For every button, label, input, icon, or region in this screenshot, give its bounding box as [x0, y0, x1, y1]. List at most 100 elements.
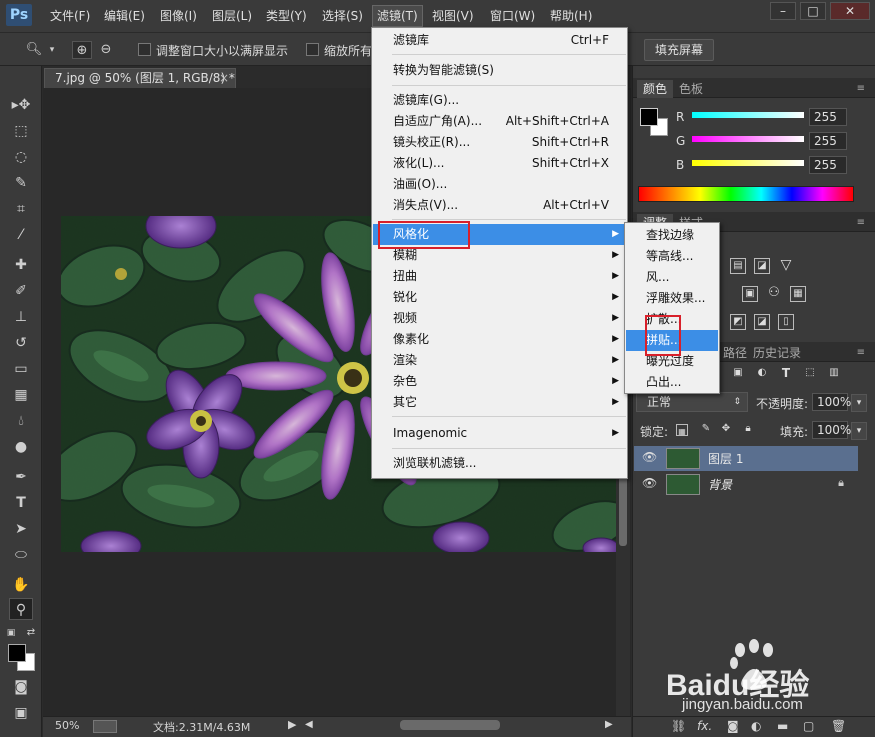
- filter-pixel-icon[interactable]: ▣: [730, 366, 746, 382]
- horizontal-scroll-thumb[interactable]: [400, 720, 500, 730]
- zoom-out-icon[interactable]: ⊖: [96, 41, 116, 59]
- menu-item-convert-smart-filter[interactable]: 转换为智能滤镜(S): [373, 60, 627, 81]
- fill-dropdown-icon[interactable]: ▾: [851, 422, 867, 440]
- crop-tool-icon[interactable]: ⌗: [9, 198, 33, 220]
- scroll-right-icon[interactable]: ▶: [605, 719, 613, 730]
- gradient-tool-icon[interactable]: ▦: [9, 384, 33, 406]
- blend-mode-select[interactable]: 正常 ⇕: [636, 392, 748, 412]
- menu-item-filter-gallery[interactable]: 滤镜库(G)...: [373, 90, 627, 111]
- zoom-tool-selected-icon[interactable]: ⚲: [9, 598, 33, 620]
- menu-item-filter-gallery-last[interactable]: 滤镜库 Ctrl+F: [373, 30, 627, 51]
- submenu-item-find-edges[interactable]: 查找边缘: [626, 225, 718, 246]
- quick-select-tool-icon[interactable]: ✎: [9, 172, 33, 194]
- tab-color[interactable]: 颜色: [637, 80, 674, 98]
- adjust-panel-menu-icon[interactable]: ≡: [851, 214, 871, 232]
- eraser-tool-icon[interactable]: ▭: [9, 358, 33, 380]
- fx-icon[interactable]: fx.: [697, 719, 712, 733]
- eyedropper-tool-icon[interactable]: ⁄: [9, 224, 33, 246]
- b-value[interactable]: 255: [809, 156, 847, 174]
- b-slider[interactable]: [692, 160, 804, 166]
- close-window-button[interactable]: ✕: [830, 2, 870, 20]
- submenu-item-contour[interactable]: 等高线...: [626, 246, 718, 267]
- layer-row[interactable]: 👁︎ 图层 1: [634, 446, 858, 471]
- add-mask-icon[interactable]: ◙: [727, 719, 739, 733]
- marquee-tool-icon[interactable]: ⬚: [9, 120, 33, 142]
- panel-menu-icon[interactable]: ≡: [851, 80, 871, 98]
- ellipse-tool-icon[interactable]: ⬭: [9, 544, 33, 566]
- hand-tool-icon[interactable]: ✋: [9, 574, 33, 596]
- menu-item-distort[interactable]: 扭曲 ▶: [373, 266, 627, 287]
- new-layer-icon[interactable]: ▢: [803, 719, 814, 733]
- g-value[interactable]: 255: [809, 132, 847, 150]
- filter-smart-icon[interactable]: ▥: [826, 366, 842, 382]
- threshold-icon[interactable]: ◪: [754, 314, 770, 330]
- opacity-input[interactable]: 100%: [812, 393, 851, 411]
- menu-view[interactable]: 视图(V): [428, 6, 478, 26]
- link-layers-icon[interactable]: ⛓: [671, 719, 686, 733]
- menu-type[interactable]: 类型(Y): [262, 6, 311, 26]
- gradient-map-icon[interactable]: ▽: [778, 258, 794, 274]
- tab-swatches[interactable]: 色板: [673, 80, 709, 98]
- visibility-eye-icon[interactable]: 👁︎: [642, 476, 657, 490]
- default-colors-icon[interactable]: ▣: [4, 622, 18, 644]
- opacity-dropdown-icon[interactable]: ▾: [851, 394, 867, 412]
- menu-item-oil-paint[interactable]: 油画(O)...: [373, 174, 627, 195]
- filter-adjust-icon[interactable]: ◐: [754, 366, 770, 382]
- stamp-tool-icon[interactable]: ⊥: [9, 306, 33, 328]
- levels-icon[interactable]: ▤: [730, 258, 746, 274]
- path-select-tool-icon[interactable]: ➤: [9, 518, 33, 540]
- tab-history[interactable]: 历史记录: [747, 344, 807, 362]
- menu-item-sharpen[interactable]: 锐化 ▶: [373, 287, 627, 308]
- menu-item-other[interactable]: 其它 ▶: [373, 392, 627, 413]
- pen-tool-icon[interactable]: ✒: [9, 466, 33, 488]
- lock-transparency-icon[interactable]: ▦: [676, 424, 688, 436]
- lock-all-icon[interactable]: 🔒︎: [740, 422, 756, 438]
- dodge-tool-icon[interactable]: ●: [9, 436, 33, 458]
- layers-panel-menu-icon[interactable]: ≡: [851, 344, 871, 362]
- selective-color-icon[interactable]: ▯: [778, 314, 794, 330]
- menu-edit[interactable]: 编辑(E): [100, 6, 149, 26]
- status-menu-arrow-icon[interactable]: ▶: [288, 718, 296, 731]
- maximize-button[interactable]: □: [800, 2, 826, 20]
- menu-file[interactable]: 文件(F): [46, 6, 94, 26]
- move-tool-icon[interactable]: ▸✥: [9, 94, 33, 116]
- menu-item-video[interactable]: 视频 ▶: [373, 308, 627, 329]
- group-icon[interactable]: ▬: [777, 719, 788, 733]
- g-slider[interactable]: [692, 136, 804, 142]
- menu-item-liquify[interactable]: 液化(L)... Shift+Ctrl+X: [373, 153, 627, 174]
- menu-item-imagenomic[interactable]: Imagenomic ▶: [373, 423, 627, 444]
- swap-colors-icon[interactable]: ⇄: [24, 622, 38, 644]
- channel-mixer-icon[interactable]: ⚇: [766, 286, 782, 302]
- curves-icon[interactable]: ◪: [754, 258, 770, 274]
- menu-select[interactable]: 选择(S): [318, 6, 367, 26]
- minimize-button[interactable]: –: [770, 2, 796, 20]
- resize-windows-checkbox[interactable]: [138, 43, 151, 56]
- screen-mode-icon[interactable]: ▣: [9, 702, 33, 724]
- brush-tool-icon[interactable]: ✐: [9, 280, 33, 302]
- quick-mask-icon[interactable]: ◙: [9, 676, 33, 698]
- menu-item-noise[interactable]: 杂色 ▶: [373, 371, 627, 392]
- healing-brush-tool-icon[interactable]: ✚: [9, 254, 33, 276]
- menu-window[interactable]: 窗口(W): [486, 6, 539, 26]
- zoom-level[interactable]: 50%: [55, 719, 79, 732]
- blur-tool-icon[interactable]: 💧︎: [9, 410, 33, 432]
- color-lookup-icon[interactable]: ▦: [790, 286, 806, 302]
- adjustment-layer-icon[interactable]: ◐: [751, 719, 761, 733]
- lock-position-icon[interactable]: ✥: [718, 422, 734, 438]
- color-spectrum-bar[interactable]: [638, 186, 854, 202]
- fill-input[interactable]: 100%: [812, 421, 851, 439]
- menu-item-pixelate[interactable]: 像素化 ▶: [373, 329, 627, 350]
- r-slider[interactable]: [692, 112, 804, 118]
- menu-item-render[interactable]: 渲染 ▶: [373, 350, 627, 371]
- menu-filter[interactable]: 滤镜(T): [372, 5, 423, 27]
- delete-layer-icon[interactable]: 🗑︎: [831, 719, 846, 733]
- fill-screen-button[interactable]: 填充屏幕: [644, 39, 715, 61]
- invert-icon[interactable]: ◩: [730, 314, 746, 330]
- menu-layer[interactable]: 图层(L): [208, 6, 256, 26]
- filter-type-icon[interactable]: T: [778, 366, 794, 382]
- lasso-tool-icon[interactable]: ◌: [9, 146, 33, 168]
- submenu-item-emboss[interactable]: 浮雕效果...: [626, 288, 718, 309]
- menu-item-lens-correction[interactable]: 镜头校正(R)... Shift+Ctrl+R: [373, 132, 627, 153]
- zoom-in-icon[interactable]: ⊕: [72, 41, 92, 59]
- submenu-item-extrude[interactable]: 凸出...: [626, 372, 718, 393]
